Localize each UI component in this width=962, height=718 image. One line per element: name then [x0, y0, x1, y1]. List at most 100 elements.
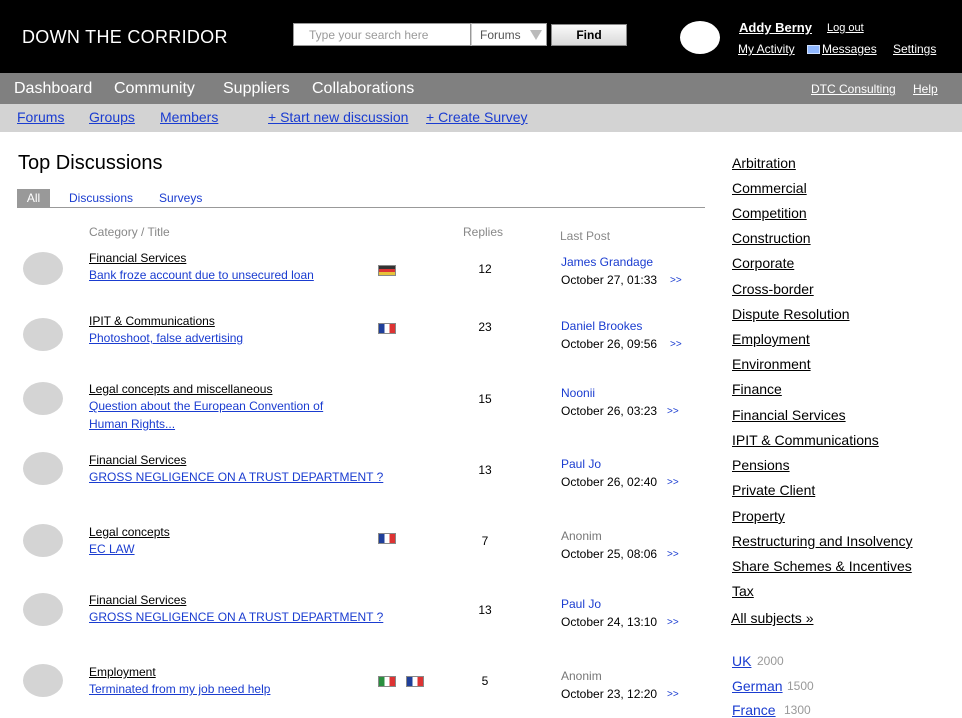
subject-corporate[interactable]: Corporate	[732, 255, 794, 271]
last-post-link[interactable]: >>	[667, 689, 679, 700]
dropdown-arrow-icon[interactable]	[530, 30, 542, 40]
last-post-link[interactable]: >>	[667, 617, 679, 628]
subject-restructuring-insolvency[interactable]: Restructuring and Insolvency	[732, 533, 913, 549]
all-subjects-link[interactable]: All subjects »	[731, 610, 813, 626]
avatar[interactable]	[23, 318, 63, 351]
tabs-divider	[17, 207, 705, 208]
create-survey-link[interactable]: + Create Survey	[426, 109, 528, 125]
user-avatar[interactable]	[680, 21, 720, 54]
nav-collaborations[interactable]: Collaborations	[312, 80, 414, 98]
row-last-post-date: October 26, 02:40	[561, 475, 658, 489]
nav-suppliers[interactable]: Suppliers	[223, 80, 290, 98]
row-title[interactable]: EC LAW	[89, 540, 135, 558]
france-flag-icon	[378, 323, 396, 334]
subject-property[interactable]: Property	[732, 508, 785, 524]
subject-competition[interactable]: Competition	[732, 205, 807, 221]
subject-commercial[interactable]: Commercial	[732, 180, 807, 196]
subject-financial-services[interactable]: Financial Services	[732, 407, 846, 423]
search-box[interactable]	[293, 23, 471, 46]
row-last-post-author: Anonim	[561, 669, 602, 683]
my-activity-link[interactable]: My Activity	[738, 42, 795, 56]
row-category[interactable]: Financial Services	[89, 593, 186, 607]
row-title[interactable]: Photoshoot, false advertising	[89, 329, 243, 347]
tab-all[interactable]: All	[17, 189, 50, 207]
row-last-post-author[interactable]: Daniel Brookes	[561, 319, 642, 333]
row-last-post-date: October 23, 12:20	[561, 687, 658, 701]
subnav-forums[interactable]: Forums	[17, 109, 64, 125]
tab-discussions[interactable]: Discussions	[69, 191, 133, 205]
row-title[interactable]: Question about the European Convention o…	[89, 397, 323, 415]
france-flag-icon	[406, 676, 424, 687]
subject-tax[interactable]: Tax	[732, 583, 754, 599]
country-france[interactable]: France	[732, 702, 776, 718]
subject-finance[interactable]: Finance	[732, 381, 782, 397]
last-post-link[interactable]: >>	[667, 406, 679, 417]
row-category[interactable]: Employment	[89, 665, 156, 679]
avatar[interactable]	[23, 452, 63, 485]
search-scope-select[interactable]: Forums	[471, 23, 547, 46]
subject-ipit-communications[interactable]: IPIT & Communications	[732, 432, 879, 448]
dtc-consulting-link[interactable]: DTC Consulting	[811, 82, 896, 96]
france-flag-icon	[378, 533, 396, 544]
avatar[interactable]	[23, 382, 63, 415]
nav-community[interactable]: Community	[114, 80, 195, 98]
column-header-last-post: Last Post	[560, 229, 611, 243]
row-title-continued[interactable]: Human Rights...	[89, 415, 175, 433]
row-last-post-author: Anonim	[561, 529, 602, 543]
subnav-members[interactable]: Members	[160, 109, 218, 125]
subject-share-schemes[interactable]: Share Schemes & Incentives	[732, 558, 912, 574]
last-post-link[interactable]: >>	[667, 549, 679, 560]
row-category[interactable]: Legal concepts	[89, 525, 170, 539]
main-nav: Dashboard Community Suppliers Collaborat…	[0, 73, 962, 104]
subnav-groups[interactable]: Groups	[89, 109, 135, 125]
row-title[interactable]: Bank froze account due to unsecured loan	[89, 266, 314, 284]
subject-private-client[interactable]: Private Client	[732, 482, 815, 498]
row-category[interactable]: Legal concepts and miscellaneous	[89, 382, 272, 396]
country-uk[interactable]: UK	[732, 653, 751, 669]
top-header: DOWN THE CORRIDOR Forums Find Addy Berny…	[0, 0, 962, 73]
row-replies: 15	[478, 392, 492, 406]
user-name-link[interactable]: Addy Berny	[739, 20, 812, 35]
country-german[interactable]: German	[732, 678, 783, 694]
row-title[interactable]: GROSS NEGLIGENCE ON A TRUST DEPARTMENT ?	[89, 608, 383, 626]
logout-link[interactable]: Log out	[827, 22, 864, 34]
avatar[interactable]	[23, 252, 63, 285]
row-last-post-author[interactable]: Paul Jo	[561, 457, 601, 471]
row-last-post-date: October 26, 09:56	[561, 337, 658, 351]
start-discussion-link[interactable]: + Start new discussion	[268, 109, 408, 125]
column-header-replies: Replies	[463, 225, 504, 239]
country-count: 1300	[784, 703, 811, 717]
row-category[interactable]: Financial Services	[89, 453, 186, 467]
row-replies: 12	[478, 262, 492, 276]
messages-link[interactable]: Messages	[822, 42, 877, 56]
subject-cross-border[interactable]: Cross-border	[732, 281, 814, 297]
tab-surveys[interactable]: Surveys	[159, 191, 202, 205]
row-last-post-author[interactable]: James Grandage	[561, 255, 653, 269]
row-category[interactable]: IPIT & Communications	[89, 314, 215, 328]
subject-dispute-resolution[interactable]: Dispute Resolution	[732, 306, 850, 322]
subject-pensions[interactable]: Pensions	[732, 457, 790, 473]
help-link[interactable]: Help	[913, 82, 938, 96]
nav-dashboard[interactable]: Dashboard	[14, 80, 92, 98]
sub-nav: Forums Groups Members + Start new discus…	[0, 104, 962, 132]
row-last-post-author[interactable]: Noonii	[561, 386, 595, 400]
last-post-link[interactable]: >>	[667, 477, 679, 488]
avatar[interactable]	[23, 593, 63, 626]
row-replies: 23	[478, 320, 492, 334]
settings-link[interactable]: Settings	[893, 42, 936, 56]
row-category[interactable]: Financial Services	[89, 251, 186, 265]
site-title[interactable]: DOWN THE CORRIDOR	[22, 27, 228, 48]
last-post-link[interactable]: >>	[670, 275, 682, 286]
search-input[interactable]	[309, 25, 469, 44]
row-title[interactable]: GROSS NEGLIGENCE ON A TRUST DEPARTMENT ?	[89, 468, 383, 486]
subject-employment[interactable]: Employment	[732, 331, 810, 347]
row-last-post-author[interactable]: Paul Jo	[561, 597, 601, 611]
row-title[interactable]: Terminated from my job need help	[89, 680, 270, 698]
subject-arbitration[interactable]: Arbitration	[732, 155, 796, 171]
avatar[interactable]	[23, 664, 63, 697]
avatar[interactable]	[23, 524, 63, 557]
subject-environment[interactable]: Environment	[732, 356, 811, 372]
find-button[interactable]: Find	[551, 24, 627, 46]
last-post-link[interactable]: >>	[670, 339, 682, 350]
subject-construction[interactable]: Construction	[732, 230, 811, 246]
